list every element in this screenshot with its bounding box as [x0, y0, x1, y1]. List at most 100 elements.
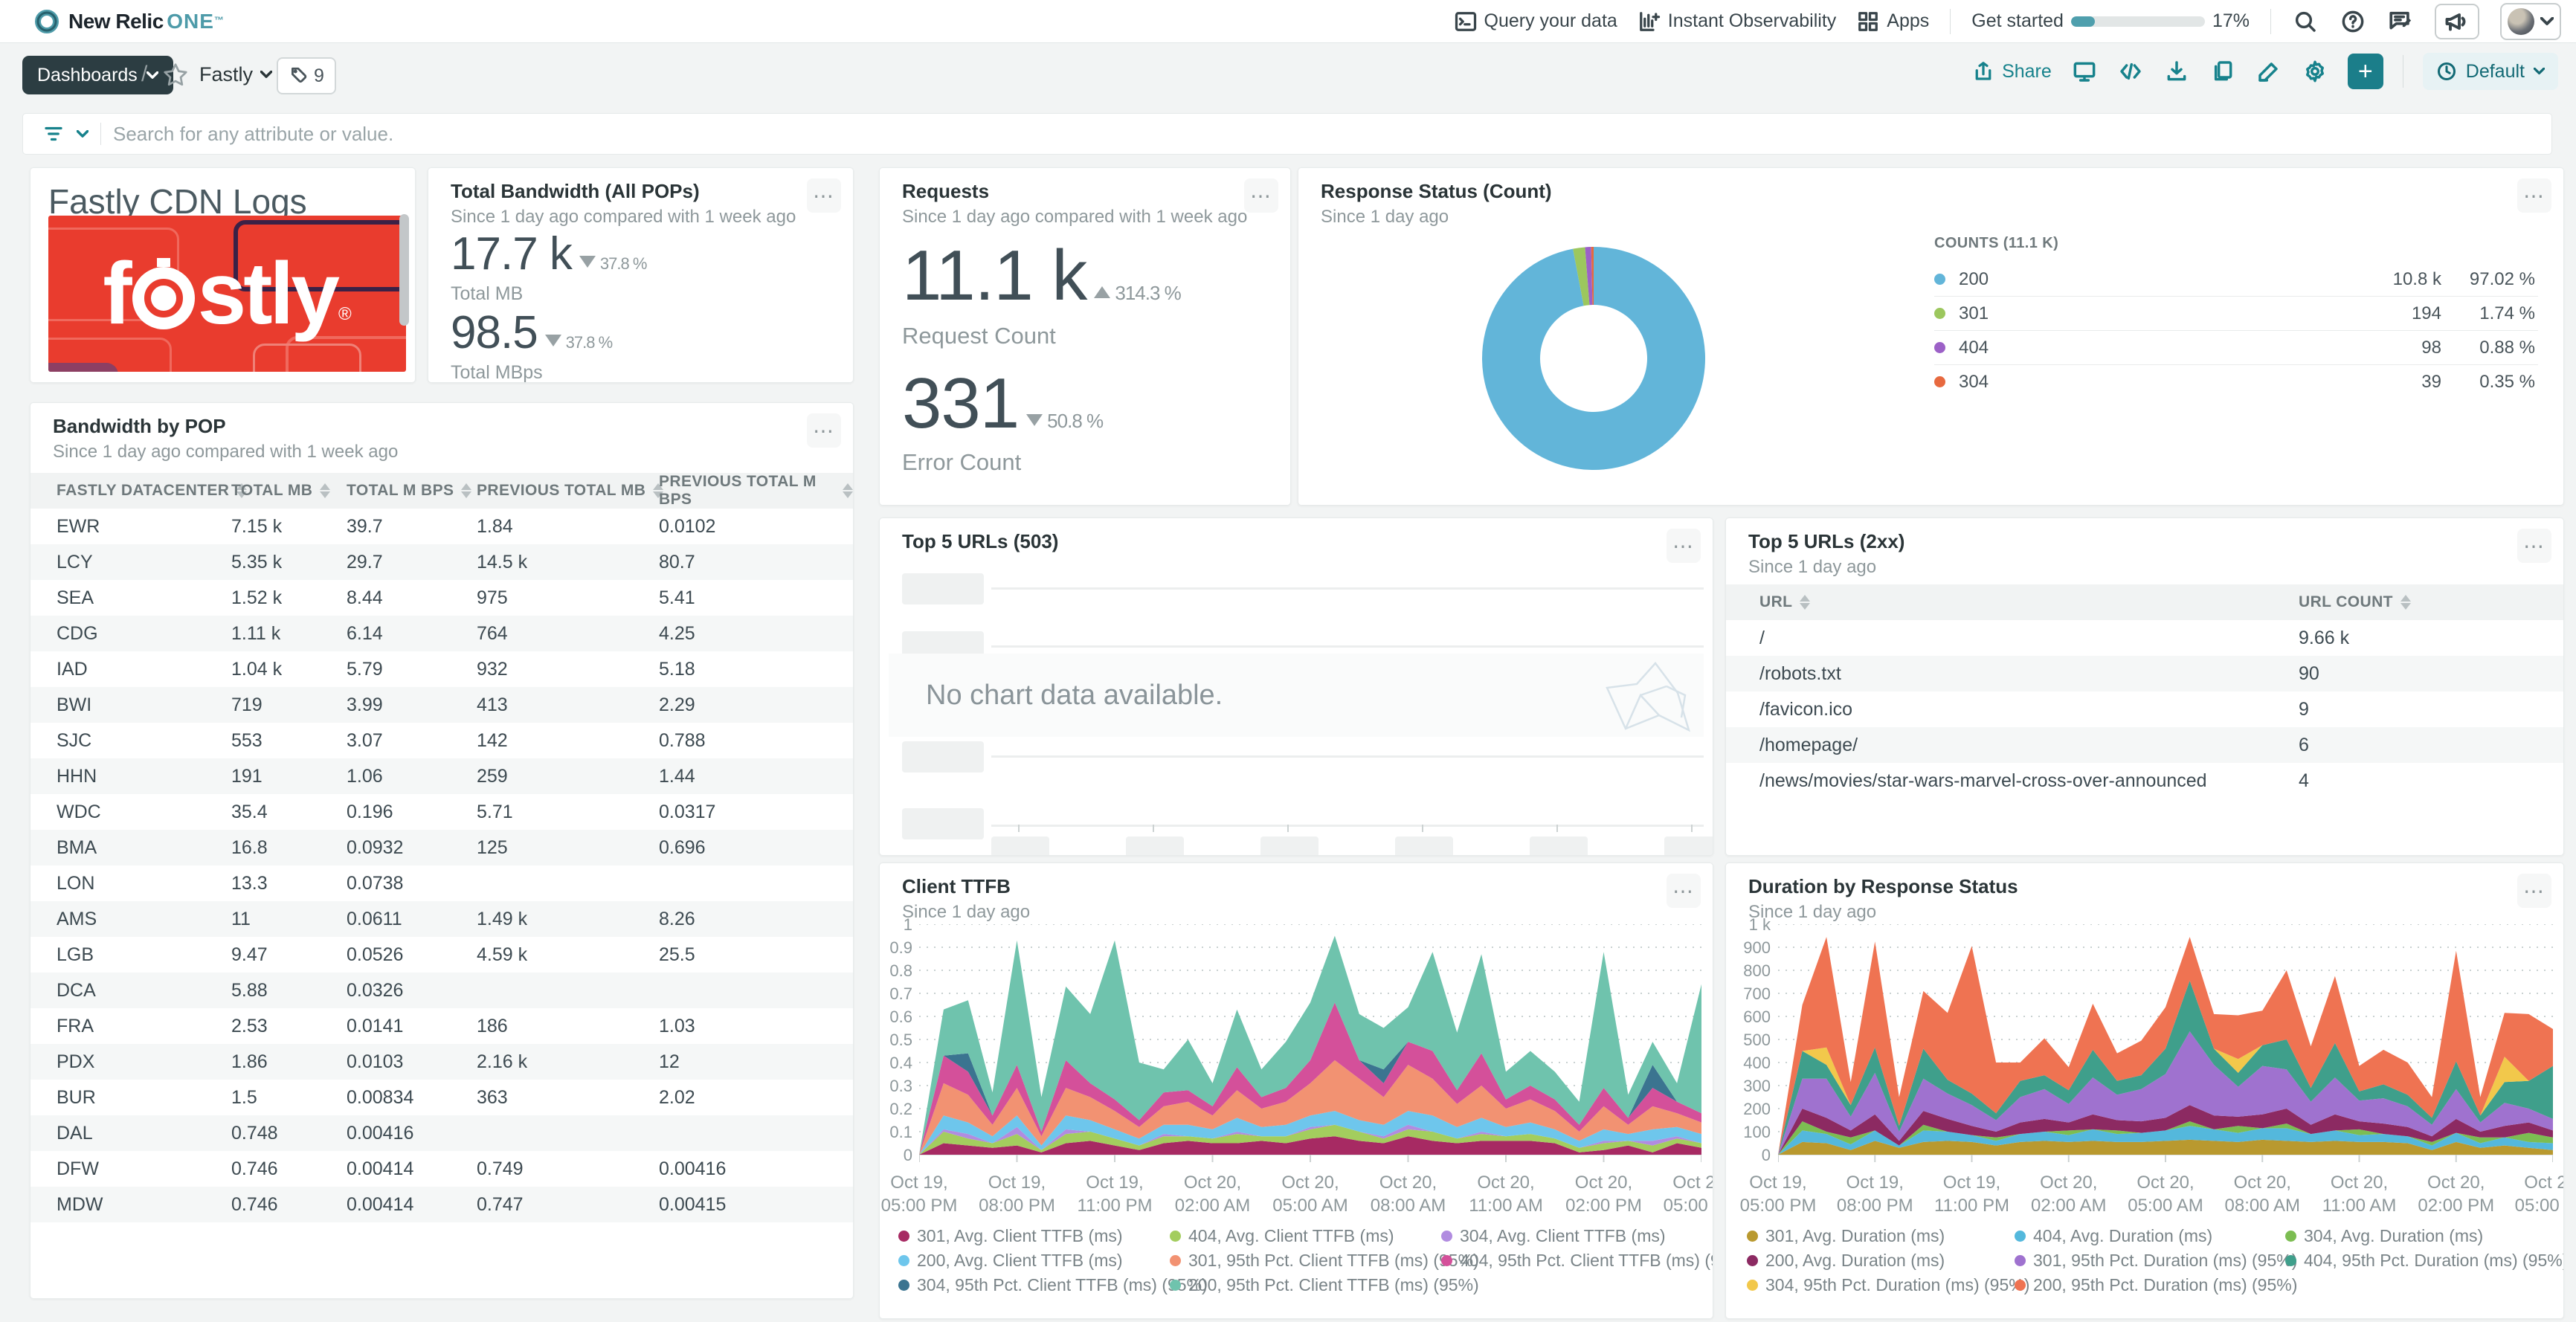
legend-item[interactable]: 301, Avg. Duration (ms): [1747, 1226, 1945, 1246]
table-row[interactable]: DFW0.7460.004140.7490.00416: [30, 1151, 853, 1187]
edit-button[interactable]: [2255, 58, 2282, 85]
card-menu-button[interactable]: ⋯: [2517, 529, 2551, 563]
copy-dashboard-button[interactable]: [2209, 58, 2236, 85]
feedback-icon[interactable]: [2387, 8, 2414, 35]
scrollbar-thumb[interactable]: [399, 214, 409, 326]
table-cell: 80.7: [659, 544, 695, 580]
tv-mode-button[interactable]: [2071, 58, 2098, 85]
time-picker-dropdown[interactable]: Default: [2423, 53, 2558, 90]
table-row[interactable]: /robots.txt90: [1726, 656, 2563, 691]
card-menu-button[interactable]: ⋯: [807, 413, 841, 448]
legend-item[interactable]: 200, 95th Pct. Duration (ms) (95%): [2015, 1275, 2297, 1295]
table-row[interactable]: LCY5.35 k29.714.5 k80.7: [30, 544, 853, 580]
dashboard-name-dropdown[interactable]: Fastly: [199, 63, 272, 86]
table-row[interactable]: AMS110.06111.49 k8.26: [30, 901, 853, 937]
view-code-button[interactable]: [2117, 58, 2144, 85]
announcements-button[interactable]: [2435, 4, 2479, 39]
legend-item[interactable]: 404, 95th Pct. Client TTFB (ms) (95%): [1441, 1251, 1713, 1271]
chevron-down-icon[interactable]: [77, 130, 88, 138]
card-menu-button[interactable]: ⋯: [1667, 874, 1701, 908]
table-row[interactable]: BUR1.50.008343632.02: [30, 1080, 853, 1115]
help-icon[interactable]: [2340, 8, 2366, 35]
table-row[interactable]: WDC35.40.1965.710.0317: [30, 794, 853, 830]
card-menu-button[interactable]: ⋯: [2517, 178, 2551, 213]
search-input[interactable]: Search for any attribute or value.: [113, 123, 393, 146]
response-status-donut-chart[interactable]: [1475, 239, 1713, 477]
apps-button[interactable]: Apps: [1857, 10, 1929, 33]
column-header[interactable]: PREVIOUS TOTAL MB: [477, 473, 663, 509]
legend-item[interactable]: 304, 95th Pct. Client TTFB (ms) (95%): [898, 1275, 1208, 1295]
table-cell: 1.44: [659, 758, 695, 794]
legend-item[interactable]: 301, 95th Pct. Client TTFB (ms) (95%): [1170, 1251, 1479, 1271]
dashboards-dropdown[interactable]: Dashboards: [22, 56, 173, 94]
x-axis-label: Oct 20,02:00 PM: [1565, 1171, 1642, 1217]
new-relic-logo[interactable]: New Relic ONE™: [34, 0, 224, 42]
legend-item[interactable]: 304, Avg. Client TTFB (ms): [1441, 1226, 1666, 1246]
legend-item[interactable]: 304, Avg. Duration (ms): [2285, 1226, 2483, 1246]
duration-chart[interactable]: [1778, 924, 2553, 1165]
table-cell: 0.0326: [347, 973, 403, 1008]
legend-item[interactable]: 200, 95th Pct. Client TTFB (ms) (95%): [1170, 1275, 1479, 1295]
legend-item[interactable]: 404, Avg. Client TTFB (ms): [1170, 1226, 1394, 1246]
table-row[interactable]: HHN1911.062591.44: [30, 758, 853, 794]
get-started-progress[interactable]: Get started 17%: [1971, 10, 2250, 32]
query-your-data-button[interactable]: Query your data: [1455, 10, 1617, 33]
legend-item[interactable]: 404, Avg. Duration (ms): [2015, 1226, 2212, 1246]
tags-chip[interactable]: 9: [277, 57, 336, 94]
table-row[interactable]: SEA1.52 k8.449755.41: [30, 580, 853, 616]
column-header[interactable]: URL: [1759, 584, 1810, 620]
share-button[interactable]: Share: [1972, 60, 2052, 83]
legend-row-304[interactable]: 304390.35 %: [1934, 365, 2538, 399]
table-row[interactable]: LGB9.470.05264.59 k25.5: [30, 937, 853, 973]
client-ttfb-chart[interactable]: [919, 924, 1701, 1165]
table-row[interactable]: CDG1.11 k6.147644.25: [30, 616, 853, 651]
legend-item[interactable]: 200, Avg. Client TTFB (ms): [898, 1251, 1123, 1271]
legend-item[interactable]: 301, 95th Pct. Duration (ms) (95%): [2015, 1251, 2297, 1271]
column-header[interactable]: TOTAL MB: [231, 473, 330, 509]
table-cell: DFW: [57, 1151, 99, 1187]
table-row[interactable]: /news/movies/star-wars-marvel-cross-over…: [1726, 763, 2563, 799]
instant-observability-button[interactable]: Instant Observability: [1638, 10, 1837, 33]
legend-row-404[interactable]: 404980.88 %: [1934, 331, 2538, 365]
column-header[interactable]: URL COUNT: [2299, 584, 2411, 620]
table-row[interactable]: BWI7193.994132.29: [30, 687, 853, 723]
apps-grid-icon: [1857, 10, 1879, 33]
table-row[interactable]: MDW0.7460.004140.7470.00415: [30, 1187, 853, 1222]
legend-item[interactable]: 301, Avg. Client TTFB (ms): [898, 1226, 1123, 1246]
add-widget-button[interactable]: +: [2348, 54, 2383, 89]
legend-item[interactable]: 404, 95th Pct. Duration (ms) (95%): [2285, 1251, 2564, 1271]
column-header[interactable]: TOTAL M BPS: [347, 473, 471, 509]
table-row[interactable]: /homepage/6: [1726, 727, 2563, 763]
filter-icon[interactable]: [42, 123, 65, 145]
table-row[interactable]: SJC5533.071420.788: [30, 723, 853, 758]
download-button[interactable]: [2163, 58, 2190, 85]
table-row[interactable]: /favicon.ico9: [1726, 691, 2563, 727]
dashboard-name: Fastly: [199, 63, 253, 86]
legend-row-301[interactable]: 3011941.74 %: [1934, 297, 2538, 331]
table-row[interactable]: LON13.30.0738: [30, 865, 853, 901]
legend-row-200[interactable]: 20010.8 k97.02 %: [1934, 262, 2538, 297]
card-menu-button[interactable]: ⋯: [807, 178, 841, 213]
table-row[interactable]: BMA16.80.09321250.696: [30, 830, 853, 865]
card-menu-button[interactable]: ⋯: [1667, 529, 1701, 563]
column-header[interactable]: FASTLY DATACENTER: [57, 473, 247, 509]
settings-button[interactable]: [2302, 58, 2328, 85]
table-row[interactable]: PDX1.860.01032.16 k12: [30, 1044, 853, 1080]
favorite-star-icon[interactable]: [162, 62, 189, 88]
card-menu-button[interactable]: ⋯: [2517, 874, 2551, 908]
table-row[interactable]: DAL0.7480.00416: [30, 1115, 853, 1151]
table-row[interactable]: FRA2.530.01411861.03: [30, 1008, 853, 1044]
table-row[interactable]: /9.66 k: [1726, 620, 2563, 656]
user-menu[interactable]: [2500, 3, 2561, 40]
x-axis-label: Oct 19,11:00 PM: [1934, 1171, 2009, 1217]
table-row[interactable]: EWR7.15 k39.71.840.0102: [30, 509, 853, 544]
legend-item[interactable]: 200, Avg. Duration (ms): [1747, 1251, 1945, 1271]
card-menu-button[interactable]: ⋯: [1244, 178, 1278, 213]
table-row[interactable]: DCA5.880.0326: [30, 973, 853, 1008]
table-cell: 4.59 k: [477, 937, 527, 973]
table-row[interactable]: IAD1.04 k5.799325.18: [30, 651, 853, 687]
search-icon[interactable]: [2292, 8, 2319, 35]
column-header[interactable]: PREVIOUS TOTAL M BPS: [659, 473, 853, 509]
table-cell: 975: [477, 580, 508, 616]
legend-item[interactable]: 304, 95th Pct. Duration (ms) (95%): [1747, 1275, 2029, 1295]
